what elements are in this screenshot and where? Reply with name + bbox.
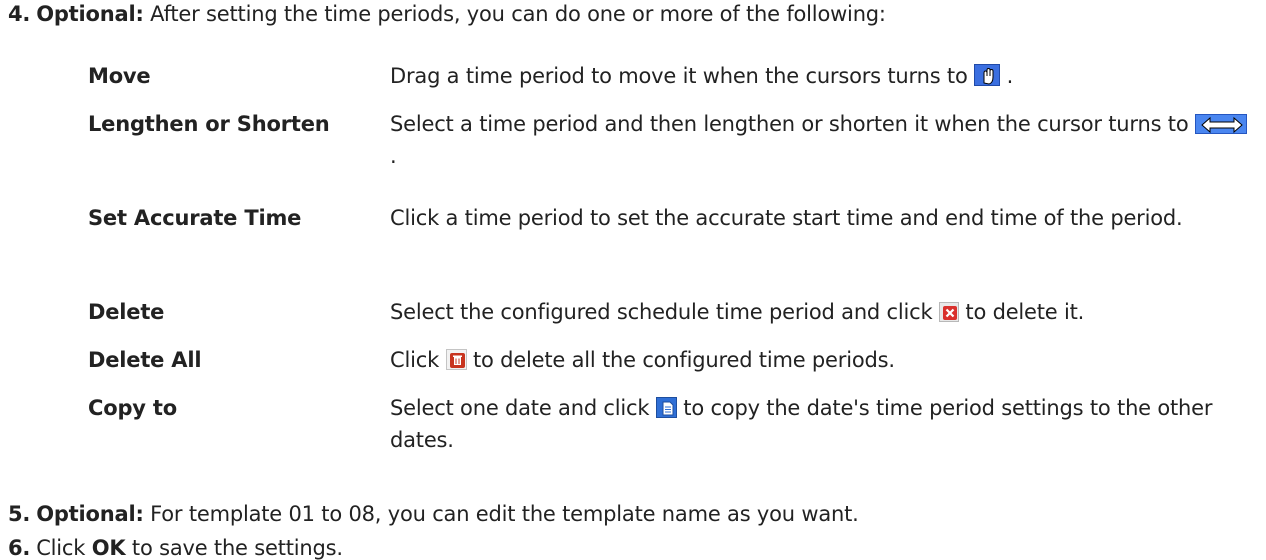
option-term: Set Accurate Time [88,206,302,230]
step-text: to save the settings. [125,536,343,560]
option-row-delete: Delete Select the configured schedule ti… [88,296,1258,344]
description-text: Select the configured schedule time peri… [390,300,939,324]
option-term: Lengthen or Shorten [88,112,330,136]
option-row-accurate-time: Set Accurate Time Click a time period to… [88,202,1258,296]
options-table: Move Drag a time period to move it when … [88,60,1258,486]
option-description: Select a time period and then lengthen o… [390,108,1258,172]
option-term: Copy to [88,396,177,420]
step-text: For template 01 to 08, you can edit the … [143,502,859,526]
hand-cursor-icon [974,64,1001,86]
copy-icon [655,397,677,418]
option-term: Delete All [88,348,202,372]
description-text: . [390,144,397,168]
step-text: Click [36,536,92,560]
option-description: Click a time period to set the accurate … [390,206,1183,230]
step-number: 4. [8,2,31,26]
step-5: 5. Optional: For template 01 to 08, you c… [8,502,859,526]
description-text: to delete it. [958,300,1085,324]
option-row-delete-all: Delete All Click to delete all the confi… [88,344,1258,392]
option-description: Select one date and click to copy the da… [390,392,1258,456]
option-row-move: Move Drag a time period to move it when … [88,60,1258,108]
step-number: 6. [8,536,31,560]
description-text: to delete all the configured time period… [466,348,895,372]
option-term: Delete [88,300,165,324]
option-term: Move [88,64,151,88]
option-description: Click to delete all the configured time … [390,344,1258,376]
description-text: Select one date and click [390,396,656,420]
optional-label: Optional: [36,502,144,526]
delete-icon [938,302,959,322]
resize-cursor-icon [1194,114,1247,134]
step-6: 6. Click OK to save the settings. [8,536,343,560]
step-text: After setting the time periods, you can … [143,2,886,26]
description-text: Click [390,348,446,372]
description-text: Drag a time period to move it when the c… [390,64,975,88]
option-description: Select the configured schedule time peri… [390,296,1258,328]
description-text: Select a time period and then lengthen o… [390,112,1195,136]
trash-icon [445,349,467,370]
description-text: . [1000,64,1014,88]
step-4: 4. Optional: After setting the time perio… [8,2,886,26]
option-description: Drag a time period to move it when the c… [390,60,1258,92]
option-row-lengthen: Lengthen or Shorten Select a time period… [88,108,1258,202]
ok-label: OK [91,536,126,560]
step-number: 5. [8,502,31,526]
optional-label: Optional: [36,2,144,26]
option-row-copy-to: Copy to Select one date and click to cop… [88,392,1258,486]
